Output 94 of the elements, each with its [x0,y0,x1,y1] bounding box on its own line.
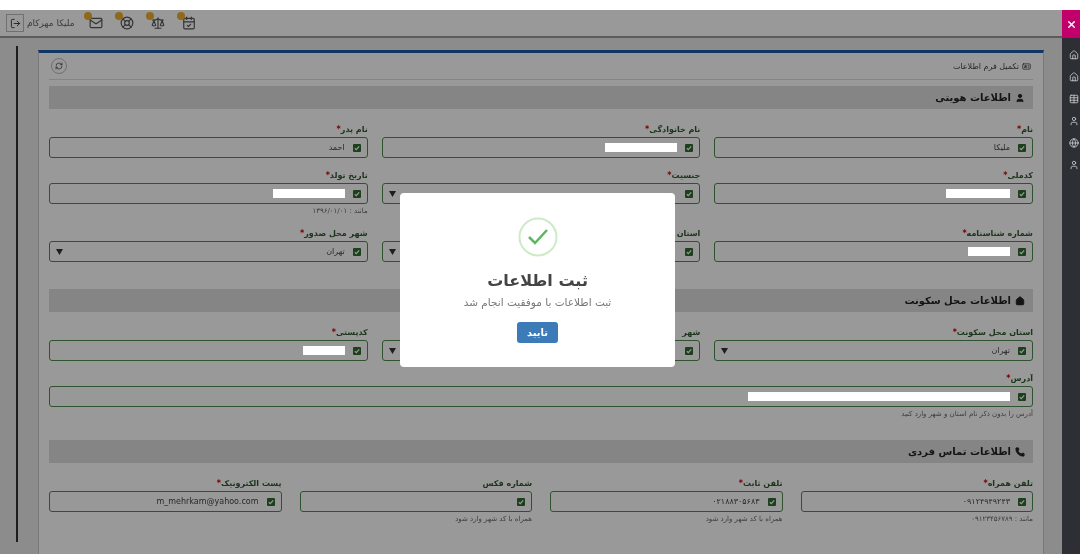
field-label: آدرس* [1006,374,1033,383]
field-value: احمد [328,143,345,152]
check-icon [685,346,694,355]
field-label: شهر محل صدور* [300,229,368,238]
caret-icon [388,347,396,354]
mail-icon [88,16,103,30]
refresh-icon [55,62,63,70]
close-icon [1065,18,1077,30]
input-field[interactable] [714,183,1033,204]
calendar-icon [181,16,196,30]
form-title: تکمیل فرم اطلاعات [952,61,1031,71]
section-title: اطلاعات تماس فردی [907,446,1011,457]
sidebar-item[interactable] [1069,116,1079,126]
check-icon [685,247,694,256]
check-icon [1018,346,1026,355]
caret-icon [388,190,396,197]
field-value: تهران [326,247,345,256]
input-field[interactable]: ۰۲۱۸۸۳۰۵۶۸۳ [550,491,783,512]
phone-icon [1015,446,1025,457]
house-icon [1015,295,1025,306]
user-name: ملیکا مهرکام [27,18,75,28]
check-icon [352,189,361,198]
dialog-message: ثبت اطلاعات با موفقیت انجام شد [463,296,612,308]
refresh-button[interactable] [51,58,67,74]
sidebar-item[interactable] [1069,138,1079,148]
input-field[interactable] [49,183,368,204]
select-field[interactable]: تهران [714,340,1033,361]
field-label: تاریخ تولد* [325,171,368,180]
user-icon [1069,116,1079,126]
field-label: پست الکترونیک* [216,479,282,488]
field-label: کدملی* [1003,171,1033,180]
caret-icon [721,347,729,354]
field-value: ۰۲۱۸۸۳۰۵۶۸۳ [712,497,760,506]
field-label: شهر [682,328,701,337]
check-icon [352,346,361,355]
input-field[interactable] [299,491,532,512]
dialog-title: ثبت اطلاعات [487,271,588,290]
input-field[interactable]: ۰۹۱۲۴۹۴۹۲۴۳ [800,491,1033,512]
check-icon [1018,392,1026,401]
input-field[interactable] [381,137,701,158]
check-icon [352,247,361,256]
input-field[interactable] [714,241,1033,262]
sidebar-item[interactable] [1069,50,1079,60]
field-label: نام* [1016,125,1033,134]
field-label: جنسیت* [667,171,701,180]
home-icon [1069,50,1079,60]
field-label: استان محل سکونت* [952,328,1033,337]
caret-icon [56,248,63,255]
input-field[interactable] [49,340,368,361]
sidebar-item[interactable] [1069,72,1079,82]
input-field[interactable] [49,386,1033,407]
field-value: ملیکا [993,143,1010,152]
check-icon [1018,189,1026,198]
check-icon [517,497,525,506]
scale-icon [150,16,165,30]
section-title: اطلاعات هویتی [935,92,1011,103]
home-icon [1069,72,1079,82]
logout-button[interactable] [6,14,24,32]
input-field[interactable]: ملیکا [714,137,1033,158]
select-field[interactable]: تهران [49,241,368,262]
field-value: m_mehrkam@yahoo.com [156,497,259,506]
sidebar-item[interactable] [1069,160,1079,170]
check-icon [767,497,776,506]
close-button[interactable] [1062,10,1080,38]
life-ring-icon [119,16,134,30]
id-card-icon [1022,61,1031,71]
check-icon [685,143,694,152]
input-field[interactable]: m_mehrkam@yahoo.com [49,491,282,512]
field-label: نام خانوادگی* [645,125,701,134]
input-field[interactable]: احمد [49,137,368,158]
globe-icon [1069,138,1079,148]
check-icon [352,143,361,152]
field-value: تهران [991,346,1010,355]
field-value: ۰۹۱۲۴۹۴۹۲۴۳ [962,497,1010,506]
field-label: شماره شناسنامه* [962,229,1033,238]
check-icon [1018,497,1026,506]
field-label: استان [676,229,701,238]
field-label: کدپستی* [331,328,368,337]
check-icon [1018,143,1026,152]
success-check-icon [517,217,558,257]
user-icon [1015,92,1025,103]
sidebar-item[interactable] [1069,94,1079,104]
user-icon [1069,160,1079,170]
caret-icon [388,248,396,255]
field-label: تلفن ثابت* [738,479,783,488]
field-label: شماره فکس [482,479,532,488]
check-icon [685,189,694,198]
check-icon [1018,247,1026,256]
confirm-button[interactable]: تایید [516,322,559,343]
field-label: تلفن همراه* [983,479,1033,488]
check-icon [266,497,275,506]
section-title: اطلاعات محل سکونت [904,295,1011,306]
field-label: نام پدر* [336,125,368,134]
table-icon [1069,94,1079,104]
